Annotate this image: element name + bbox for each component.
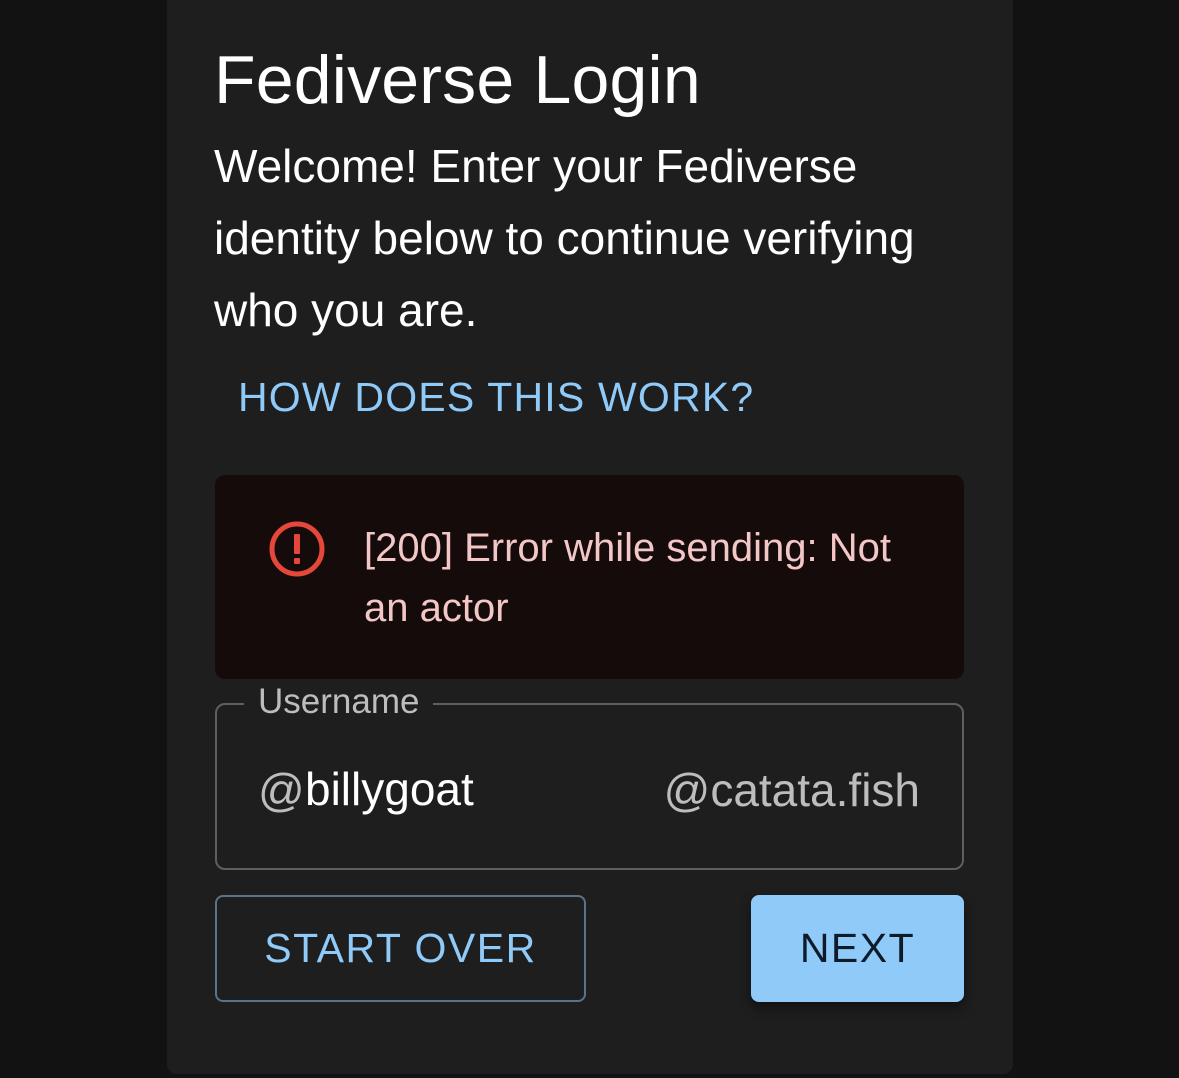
username-prefix: @	[258, 764, 305, 816]
error-outline-icon	[269, 521, 325, 577]
how-does-this-work-link[interactable]: HOW DOES THIS WORK?	[222, 364, 770, 430]
username-label: Username	[244, 682, 434, 722]
start-over-button[interactable]: START OVER	[215, 895, 586, 1002]
welcome-message: Welcome! Enter your Fediverse identity b…	[214, 140, 915, 336]
username-input[interactable]	[305, 758, 605, 820]
page-title: Fediverse Login	[214, 42, 701, 118]
instance-domain-suffix: @catata.fish	[663, 764, 920, 816]
error-message: [200] Error while sending: Not an actor	[364, 526, 891, 630]
next-button[interactable]: NEXT	[751, 895, 964, 1002]
